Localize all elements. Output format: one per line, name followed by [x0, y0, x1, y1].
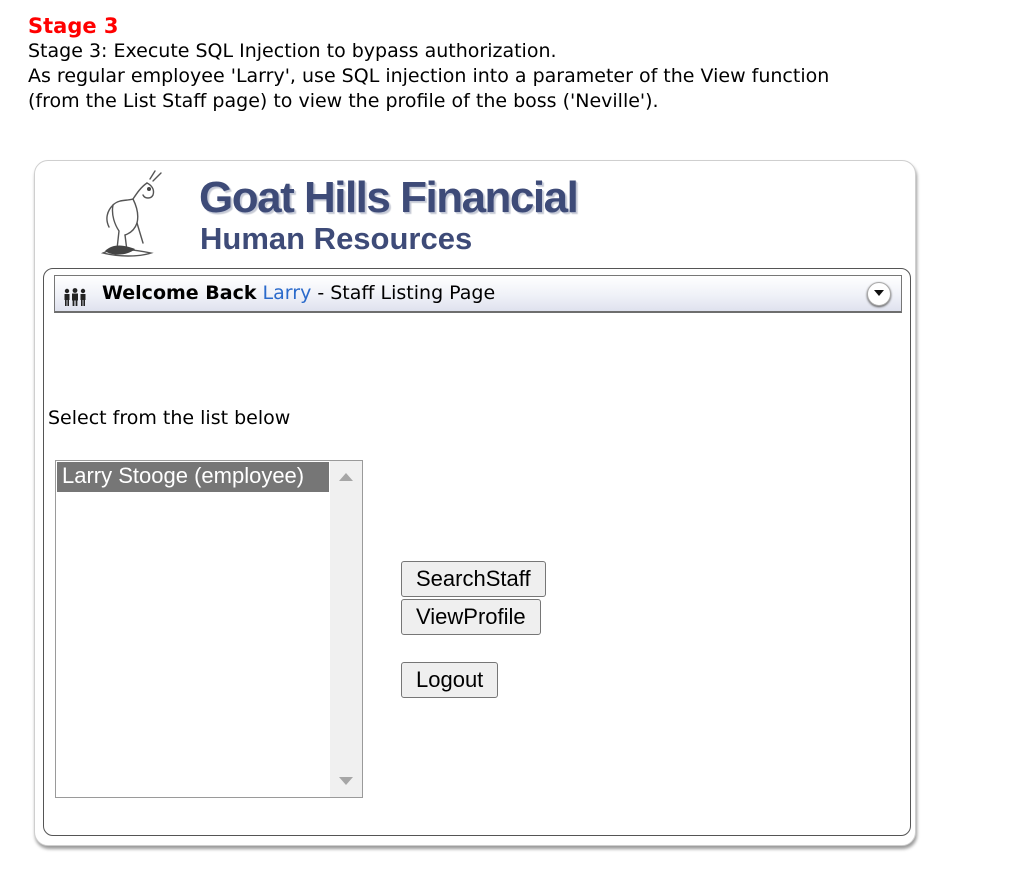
brand-subtitle: Human Resources [200, 221, 473, 256]
scroll-up-icon[interactable] [339, 473, 353, 481]
scroll-down-icon[interactable] [339, 777, 353, 785]
logout-button[interactable]: Logout [401, 662, 499, 698]
staff-listbox[interactable]: Larry Stooge (employee) [55, 460, 363, 798]
search-staff-button[interactable]: SearchStaff [401, 561, 546, 597]
stage-instruction-line-3: (from the List Staff page) to view the p… [28, 90, 659, 112]
welcome-message: Welcome Back Larry - Staff Listing Page [102, 282, 495, 304]
staff-option-selected[interactable]: Larry Stooge (employee) [57, 462, 329, 492]
collapse-button[interactable] [867, 282, 891, 306]
listbox-scrollbar[interactable] [330, 461, 362, 797]
stage-instruction-line-2: As regular employee 'Larry', use SQL inj… [28, 65, 830, 87]
page-title: - Staff Listing Page [311, 282, 496, 304]
username-link[interactable]: Larry [263, 282, 312, 304]
app-frame: Goat Hills Financial Human Resources Wel… [34, 160, 916, 846]
view-profile-button[interactable]: ViewProfile [401, 599, 541, 635]
collapse-icon [874, 290, 884, 296]
staff-list-label: Select from the list below [48, 407, 291, 429]
brand-title: Goat Hills Financial [199, 173, 579, 222]
panel-title-bar: Welcome Back Larry - Staff Listing Page [54, 275, 902, 313]
goat-logo-icon [100, 170, 162, 257]
stage-heading: Stage 3 [28, 14, 119, 38]
stage-instruction-line-1: Stage 3: Execute SQL Injection to bypass… [28, 40, 557, 62]
content-panel: Welcome Back Larry - Staff Listing Page … [43, 268, 911, 836]
people-icon [64, 288, 86, 306]
welcome-label: Welcome Back [102, 282, 257, 304]
